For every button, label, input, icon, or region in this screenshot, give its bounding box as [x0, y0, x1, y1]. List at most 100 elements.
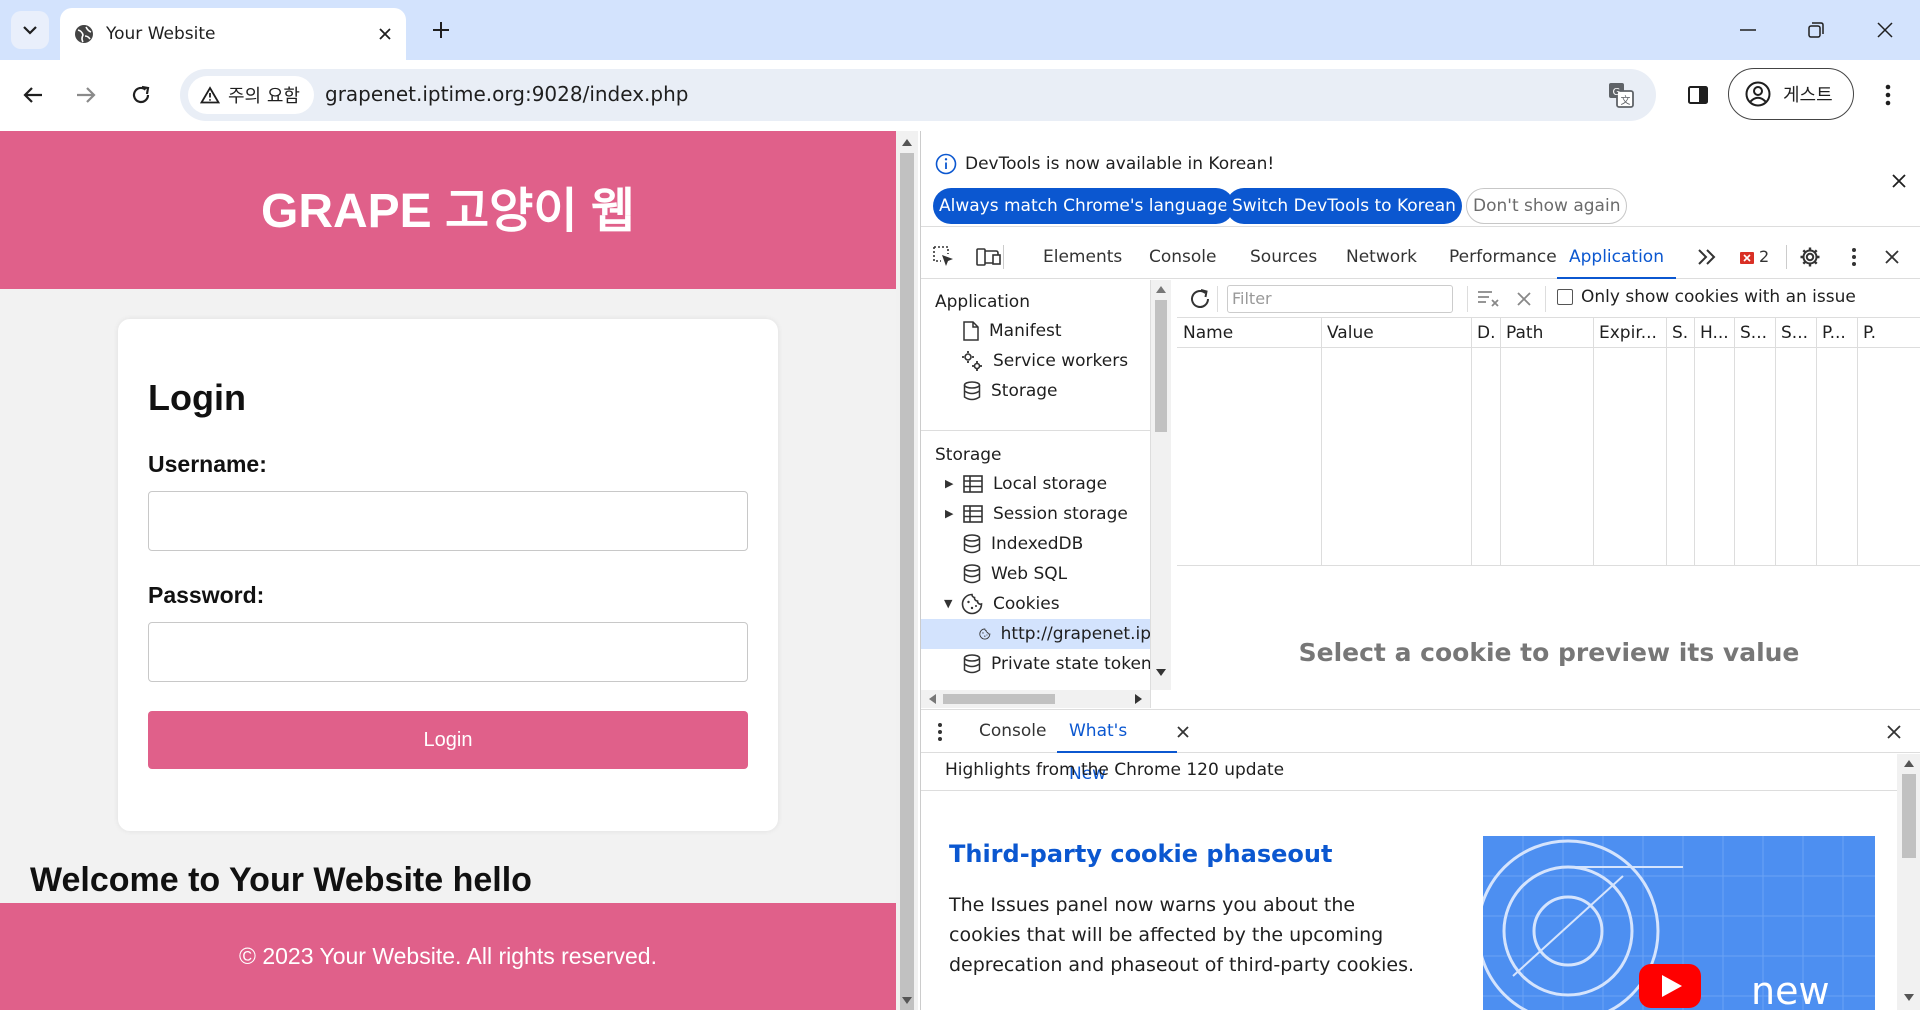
- column-header-priority[interactable]: P.: [1863, 323, 1876, 343]
- article-thumbnail[interactable]: new: [1483, 836, 1875, 1010]
- scrollbar-thumb[interactable]: [1155, 300, 1167, 432]
- close-icon: [1877, 22, 1893, 38]
- issues-icon[interactable]: [1739, 251, 1755, 265]
- forward-button[interactable]: [68, 77, 104, 113]
- close-window-button[interactable]: [1863, 10, 1907, 50]
- sidebar-item-local-storage[interactable]: Local storage: [963, 469, 1107, 499]
- sidebar-item-cookies[interactable]: Cookies: [961, 589, 1060, 619]
- sidebar-item-storage-overview[interactable]: Storage: [963, 376, 1058, 406]
- only-issue-checkbox[interactable]: Only show cookies with an issue: [1557, 287, 1856, 307]
- scroll-up-arrow-icon[interactable]: [1156, 286, 1166, 293]
- new-tab-button[interactable]: [425, 14, 457, 46]
- expand-arrow-icon[interactable]: ▶: [945, 507, 953, 520]
- sidebar-item-web-sql[interactable]: Web SQL: [963, 559, 1067, 589]
- column-header-httponly[interactable]: H...: [1700, 323, 1729, 343]
- password-input[interactable]: [148, 622, 748, 682]
- always-match-language-button[interactable]: Always match Chrome's language: [933, 188, 1234, 224]
- delete-selected-icon[interactable]: [1517, 292, 1531, 306]
- inspect-element-icon[interactable]: [933, 246, 955, 268]
- minimize-button[interactable]: [1726, 10, 1770, 50]
- login-heading: Login: [148, 377, 246, 418]
- tab-sources[interactable]: Sources: [1250, 235, 1317, 279]
- sidebar-item-cookie-origin[interactable]: http://grapenet.ip: [921, 619, 1150, 649]
- side-panel-button[interactable]: [1680, 77, 1716, 113]
- clear-filtered-icon[interactable]: [1477, 290, 1501, 308]
- sidebar-item-private-state-tokens[interactable]: Private state tokens: [963, 649, 1150, 679]
- sidebar-horizontal-scrollbar[interactable]: [921, 690, 1150, 708]
- column-header-domain[interactable]: D.: [1477, 323, 1496, 343]
- username-input[interactable]: [148, 491, 748, 551]
- tab-application[interactable]: Application: [1557, 235, 1676, 279]
- scroll-down-arrow-icon[interactable]: [1156, 669, 1166, 676]
- table-column: Path: [1500, 318, 1543, 566]
- column-header-value[interactable]: Value: [1327, 323, 1374, 343]
- scroll-right-arrow-icon[interactable]: [1135, 694, 1142, 704]
- scroll-down-arrow-icon[interactable]: [1904, 994, 1914, 1001]
- close-tab-icon[interactable]: [378, 27, 392, 41]
- drawer-scrollbar[interactable]: [1897, 754, 1920, 1010]
- profile-button[interactable]: 게스트: [1728, 68, 1854, 120]
- sidebar-item-label: Storage: [991, 381, 1058, 401]
- tab-network[interactable]: Network: [1346, 235, 1417, 279]
- translate-icon[interactable]: G文: [1608, 82, 1634, 108]
- security-chip[interactable]: 주의 요함: [188, 76, 314, 114]
- address-bar[interactable]: 주의 요함 grapenet.iptime.org:9028/index.php…: [180, 69, 1656, 121]
- scroll-down-arrow-icon[interactable]: [902, 997, 912, 1004]
- table-column: D.: [1471, 318, 1496, 566]
- cookie-filter-input[interactable]: Filter: [1227, 285, 1453, 313]
- scroll-left-arrow-icon[interactable]: [929, 694, 936, 704]
- devtools-menu-icon[interactable]: [1851, 247, 1857, 267]
- sidebar-vertical-scrollbar[interactable]: [1151, 280, 1171, 690]
- more-tabs-icon[interactable]: [1697, 249, 1717, 265]
- scroll-up-arrow-icon[interactable]: [1904, 760, 1914, 767]
- reload-button[interactable]: [123, 77, 159, 113]
- page-scrollbar[interactable]: [896, 131, 918, 1010]
- scroll-up-arrow-icon[interactable]: [902, 139, 912, 146]
- drawer-menu-icon[interactable]: [937, 722, 943, 742]
- browser-tab[interactable]: Your Website: [60, 8, 406, 60]
- tab-performance[interactable]: Performance: [1449, 235, 1557, 279]
- scrollbar-thumb[interactable]: [1902, 774, 1916, 858]
- column-header-expires[interactable]: Expir...: [1599, 323, 1657, 343]
- language-infobar: DevTools is now available in Korean! Alw…: [921, 131, 1920, 227]
- sidebar-item-service-workers[interactable]: Service workers: [961, 346, 1128, 376]
- collapse-arrow-icon[interactable]: ▼: [944, 597, 952, 610]
- column-header-size[interactable]: S.: [1672, 323, 1688, 343]
- device-toolbar-icon[interactable]: [976, 246, 1002, 268]
- drawer-divider: [921, 790, 1897, 791]
- column-header-secure[interactable]: S...: [1740, 323, 1767, 343]
- column-header-name[interactable]: Name: [1183, 323, 1233, 343]
- column-header-samesite[interactable]: S...: [1781, 323, 1808, 343]
- sidebar-item-manifest[interactable]: Manifest: [963, 316, 1062, 346]
- login-button[interactable]: Login: [148, 711, 748, 769]
- switch-to-korean-button[interactable]: Switch DevTools to Korean: [1226, 188, 1462, 224]
- page-scrollbar-thumb[interactable]: [900, 153, 914, 1010]
- warning-icon: [200, 86, 220, 104]
- settings-gear-icon[interactable]: [1799, 246, 1821, 268]
- column-header-partition-key[interactable]: P...: [1822, 323, 1846, 343]
- scrollbar-thumb[interactable]: [943, 694, 1055, 704]
- checkbox-box[interactable]: [1557, 289, 1573, 305]
- drawer-tab-console[interactable]: Console: [979, 710, 1047, 753]
- restore-button[interactable]: [1794, 10, 1838, 50]
- column-header-path[interactable]: Path: [1506, 323, 1543, 343]
- close-whats-new-icon[interactable]: [1177, 726, 1189, 738]
- drawer-tab-whats-new[interactable]: What's New: [1057, 710, 1177, 784]
- dont-show-again-button[interactable]: Don't show again: [1466, 188, 1628, 224]
- expand-arrow-icon[interactable]: ▶: [945, 477, 953, 490]
- tab-search-button[interactable]: [11, 11, 49, 49]
- sidebar-item-indexeddb[interactable]: IndexedDB: [963, 529, 1083, 559]
- chrome-menu-button[interactable]: [1870, 77, 1906, 113]
- close-devtools-icon[interactable]: [1885, 250, 1899, 264]
- tab-elements[interactable]: Elements: [1043, 235, 1122, 279]
- side-panel-icon: [1688, 86, 1708, 104]
- article-title[interactable]: Third-party cookie phaseout: [949, 840, 1332, 868]
- issues-count[interactable]: 2: [1759, 235, 1769, 279]
- back-button[interactable]: [15, 77, 51, 113]
- sidebar-item-session-storage[interactable]: Session storage: [963, 499, 1128, 529]
- tab-console[interactable]: Console: [1149, 235, 1217, 279]
- url-text[interactable]: grapenet.iptime.org:9028/index.php: [325, 82, 688, 106]
- close-infobar-icon[interactable]: [1891, 173, 1907, 189]
- refresh-icon[interactable]: [1189, 288, 1211, 310]
- close-drawer-icon[interactable]: [1887, 725, 1901, 739]
